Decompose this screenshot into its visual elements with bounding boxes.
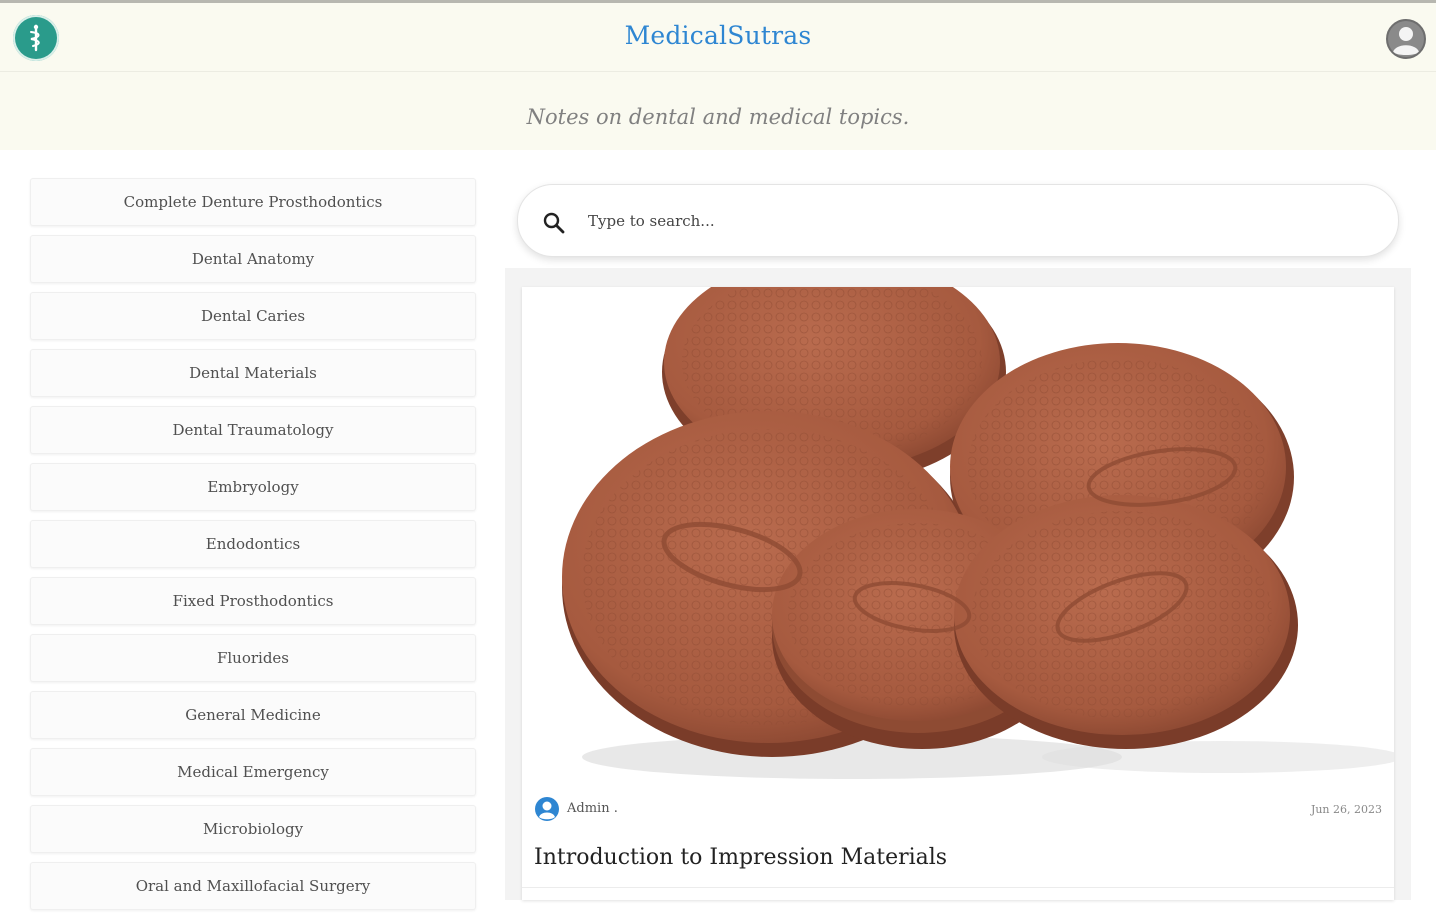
site-tagline: Notes on dental and medical topics. (526, 105, 910, 129)
sidebar-item-complete-denture-prosthodontics[interactable]: Complete Denture Prosthodontics (30, 178, 476, 226)
post-divider (522, 887, 1394, 888)
category-sidebar: Complete Denture Prosthodontics Dental A… (30, 178, 476, 919)
post-author[interactable]: Admin . (567, 801, 618, 816)
post-featured-image[interactable] (522, 287, 1394, 787)
sidebar-item-endodontics[interactable]: Endodontics (30, 520, 476, 568)
sidebar-item-microbiology[interactable]: Microbiology (30, 805, 476, 853)
sidebar-item-general-medicine[interactable]: General Medicine (30, 691, 476, 739)
post-date: Jun 26, 2023 (1310, 803, 1382, 816)
search-icon[interactable] (542, 211, 566, 235)
author-avatar-icon (535, 797, 559, 821)
sidebar-item-dental-anatomy[interactable]: Dental Anatomy (30, 235, 476, 283)
post-card[interactable]: Admin . Jun 26, 2023 Introduction to Imp… (522, 287, 1394, 900)
sidebar-item-dental-materials[interactable]: Dental Materials (30, 349, 476, 397)
user-account-icon[interactable] (1386, 19, 1426, 59)
sidebar-item-oral-maxillofacial-surgery[interactable]: Oral and Maxillofacial Surgery (30, 862, 476, 910)
top-navbar: MedicalSutras (0, 0, 1436, 72)
post-meta: Admin . Jun 26, 2023 (522, 797, 1394, 827)
sidebar-item-embryology[interactable]: Embryology (30, 463, 476, 511)
search-bar[interactable] (517, 184, 1399, 257)
search-input[interactable] (588, 205, 1368, 237)
tagline-banner: Notes on dental and medical topics. (0, 72, 1436, 150)
sidebar-item-dental-traumatology[interactable]: Dental Traumatology (30, 406, 476, 454)
site-title[interactable]: MedicalSutras (0, 21, 1436, 50)
sidebar-item-medical-emergency[interactable]: Medical Emergency (30, 748, 476, 796)
sidebar-item-fluorides[interactable]: Fluorides (30, 634, 476, 682)
sidebar-item-dental-caries[interactable]: Dental Caries (30, 292, 476, 340)
sidebar-item-fixed-prosthodontics[interactable]: Fixed Prosthodontics (30, 577, 476, 625)
post-title[interactable]: Introduction to Impression Materials (534, 845, 947, 870)
